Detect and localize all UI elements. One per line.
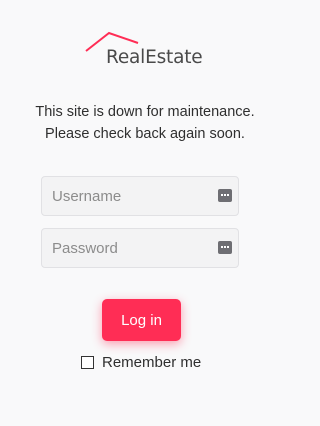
password-manager-icon[interactable] bbox=[218, 241, 232, 254]
password-field bbox=[41, 228, 239, 268]
remember-me[interactable]: Remember me bbox=[81, 352, 201, 372]
login-button[interactable]: Log in bbox=[102, 299, 181, 341]
maintenance-message: This site is down for maintenance. Pleas… bbox=[0, 101, 290, 145]
maintenance-line-2: Please check back again soon. bbox=[45, 126, 245, 142]
maintenance-line-1: This site is down for maintenance. bbox=[35, 104, 255, 120]
password-manager-icon[interactable] bbox=[218, 189, 232, 202]
remember-me-checkbox[interactable] bbox=[81, 355, 94, 369]
password-input[interactable] bbox=[42, 229, 238, 267]
brand-name: RealEstate bbox=[106, 47, 203, 68]
remember-me-label[interactable]: Remember me bbox=[102, 354, 201, 371]
username-field bbox=[41, 176, 239, 216]
username-input[interactable] bbox=[42, 177, 238, 215]
logo: RealEstate bbox=[0, 30, 290, 70]
